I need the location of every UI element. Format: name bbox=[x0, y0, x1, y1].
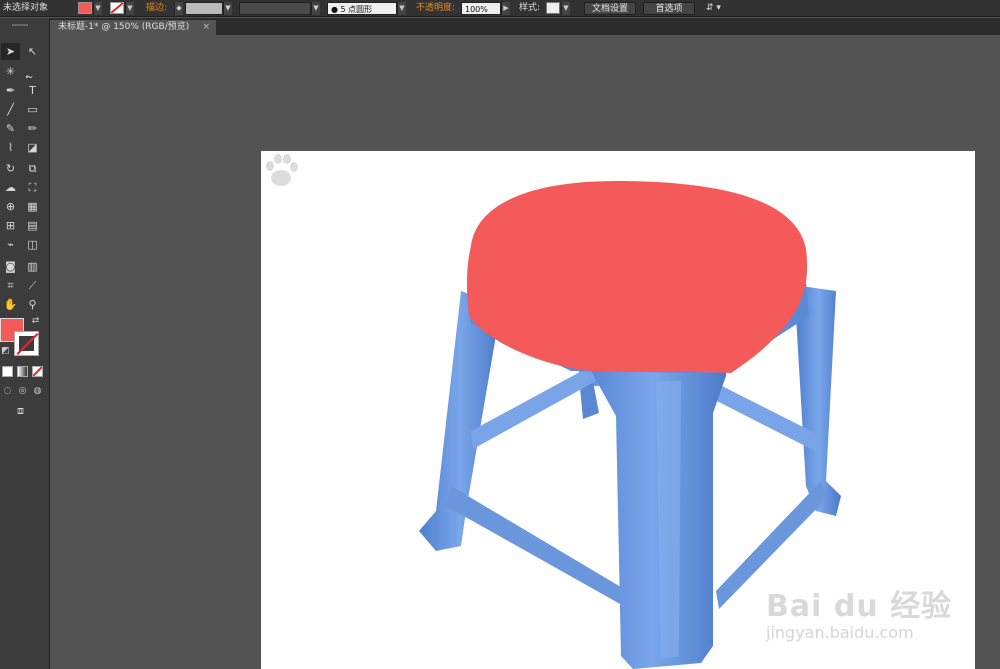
graph-tool-icon[interactable]: ▥ bbox=[23, 258, 42, 275]
baidu-paw-logo bbox=[266, 154, 298, 186]
right-leg bbox=[796, 286, 841, 516]
document-tab-bar: 未标题-1* @ 150% (RGB/预览) × bbox=[50, 18, 1000, 35]
gradient-mode-icon[interactable] bbox=[17, 366, 28, 377]
perspective-grid-tool-icon[interactable]: ▦ bbox=[23, 198, 42, 215]
brush-definition-field[interactable]: ● 5 点圆形 bbox=[327, 2, 397, 15]
slice-tool-icon[interactable]: ⟋ bbox=[23, 277, 42, 294]
close-tab-icon[interactable]: × bbox=[202, 20, 210, 35]
artboard[interactable]: Bai du 经验 jingyan.baidu.com bbox=[261, 151, 975, 669]
rotate-tool-icon[interactable]: ↻ bbox=[1, 160, 20, 177]
preferences-button[interactable]: 首选项 bbox=[643, 2, 695, 15]
symbol-sprayer-tool-icon[interactable]: ◙ bbox=[1, 258, 20, 275]
graphic-style-dropdown[interactable]: ▼ bbox=[561, 2, 570, 15]
document-tab[interactable]: 未标题-1* @ 150% (RGB/预览) × bbox=[50, 20, 216, 35]
stroke-dropdown-arrow[interactable]: ▼ bbox=[125, 2, 134, 15]
left-front-crossbar bbox=[446, 486, 636, 613]
stroke-weight-label[interactable]: 描边: bbox=[146, 2, 167, 15]
blob-brush-tool-icon[interactable]: ⌇ bbox=[1, 139, 20, 156]
control-bar: 未选择对象 ▼ ▼ 描边: ◆ ▼ ▼ ● 5 点圆形 ▼ 不透明度: 100%… bbox=[0, 0, 1000, 17]
graphic-style-swatch[interactable] bbox=[546, 2, 560, 14]
draw-normal-icon[interactable]: ◌ bbox=[2, 386, 13, 397]
stroke-weight-field[interactable] bbox=[185, 2, 223, 15]
panel-grip-icon[interactable] bbox=[12, 24, 28, 26]
none-mode-icon[interactable] bbox=[32, 366, 43, 377]
blend-tool-icon[interactable]: ◫ bbox=[23, 236, 42, 253]
tools-panel: ➤ ↖ ✳ ຼ ✒ T ╱ ▭ ✎ ✏ ⌇ ◪ ↻ ⧉ ☁ ⛶ ⊕ ▦ ⊞ ▤ … bbox=[0, 18, 50, 669]
left-side-crossbar bbox=[471, 366, 596, 449]
brush-definition-dropdown[interactable]: ▼ bbox=[397, 2, 406, 15]
draw-behind-icon[interactable]: ◎ bbox=[17, 386, 28, 397]
stroke-color-swatch[interactable] bbox=[110, 2, 124, 14]
pen-tool-icon[interactable]: ✒ bbox=[1, 82, 20, 99]
opacity-dropdown[interactable]: ▶ bbox=[501, 2, 510, 15]
selection-tool-icon[interactable]: ➤ bbox=[1, 43, 20, 60]
scale-tool-icon[interactable]: ⧉ bbox=[23, 160, 42, 177]
watermark-main-text: Bai du 经验 bbox=[766, 589, 953, 624]
document-setup-button[interactable]: 文档设置 bbox=[584, 2, 636, 15]
artboard-tool-icon[interactable]: ⌗ bbox=[1, 277, 20, 294]
gradient-tool-icon[interactable]: ▤ bbox=[23, 217, 42, 234]
fill-color-swatch[interactable] bbox=[78, 2, 92, 14]
brush-definition-value: 5 点圆形 bbox=[340, 5, 373, 14]
stroke-weight-stepper[interactable]: ◆ bbox=[174, 2, 183, 15]
opacity-field[interactable]: 100% bbox=[461, 2, 501, 15]
front-leg bbox=[573, 326, 731, 669]
opacity-label[interactable]: 不透明度: bbox=[416, 2, 455, 15]
free-transform-tool-icon[interactable]: ⛶ bbox=[23, 179, 42, 196]
style-label: 样式: bbox=[519, 3, 541, 13]
lasso-tool-icon[interactable]: ຼ bbox=[23, 63, 42, 80]
selection-status-label: 未选择对象 bbox=[3, 3, 49, 13]
default-fill-stroke-icon[interactable]: ◩ bbox=[0, 346, 11, 357]
zoom-tool-icon[interactable]: ⚲ bbox=[23, 296, 42, 313]
brush-dot-icon: ● bbox=[331, 5, 341, 14]
draw-inside-icon[interactable]: ◍ bbox=[32, 386, 43, 397]
arrange-documents-icon[interactable]: ⇵ ▾ bbox=[706, 2, 721, 15]
watermark-url-text: jingyan.baidu.com bbox=[766, 623, 914, 642]
hand-tool-icon[interactable]: ✋ bbox=[1, 296, 20, 313]
stroke-weight-dropdown[interactable]: ▼ bbox=[223, 2, 232, 15]
no-stroke-icon bbox=[110, 2, 124, 14]
mesh-tool-icon[interactable]: ⊞ bbox=[1, 217, 20, 234]
direct-selection-tool-icon[interactable]: ↖ bbox=[23, 43, 42, 60]
shape-builder-tool-icon[interactable]: ⊕ bbox=[1, 198, 20, 215]
eyedropper-tool-icon[interactable]: ⌁ bbox=[1, 236, 20, 253]
eraser-tool-icon[interactable]: ◪ bbox=[23, 139, 42, 156]
line-tool-icon[interactable]: ╱ bbox=[1, 101, 20, 118]
paintbrush-tool-icon[interactable]: ✎ bbox=[1, 120, 20, 137]
type-tool-icon[interactable]: T bbox=[23, 82, 42, 99]
stroke-color-box[interactable] bbox=[14, 331, 39, 356]
screen-mode-icon[interactable]: ⧈ bbox=[11, 402, 30, 419]
color-mode-icon[interactable] bbox=[2, 366, 13, 377]
warp-tool-icon[interactable]: ☁ bbox=[1, 179, 20, 196]
variable-width-profile-field[interactable] bbox=[239, 2, 311, 15]
rectangle-tool-icon[interactable]: ▭ bbox=[23, 101, 42, 118]
fill-dropdown-arrow[interactable]: ▼ bbox=[93, 2, 102, 15]
variable-width-dropdown[interactable]: ▼ bbox=[311, 2, 320, 15]
pencil-tool-icon[interactable]: ✏ bbox=[23, 120, 42, 137]
document-tab-label: 未标题-1* @ 150% (RGB/预览) bbox=[58, 22, 190, 32]
magic-wand-tool-icon[interactable]: ✳ bbox=[1, 63, 20, 80]
red-seat[interactable] bbox=[466, 181, 808, 373]
none-slash-icon bbox=[32, 366, 43, 377]
swap-fill-stroke-icon[interactable]: ⇄ bbox=[30, 316, 41, 327]
